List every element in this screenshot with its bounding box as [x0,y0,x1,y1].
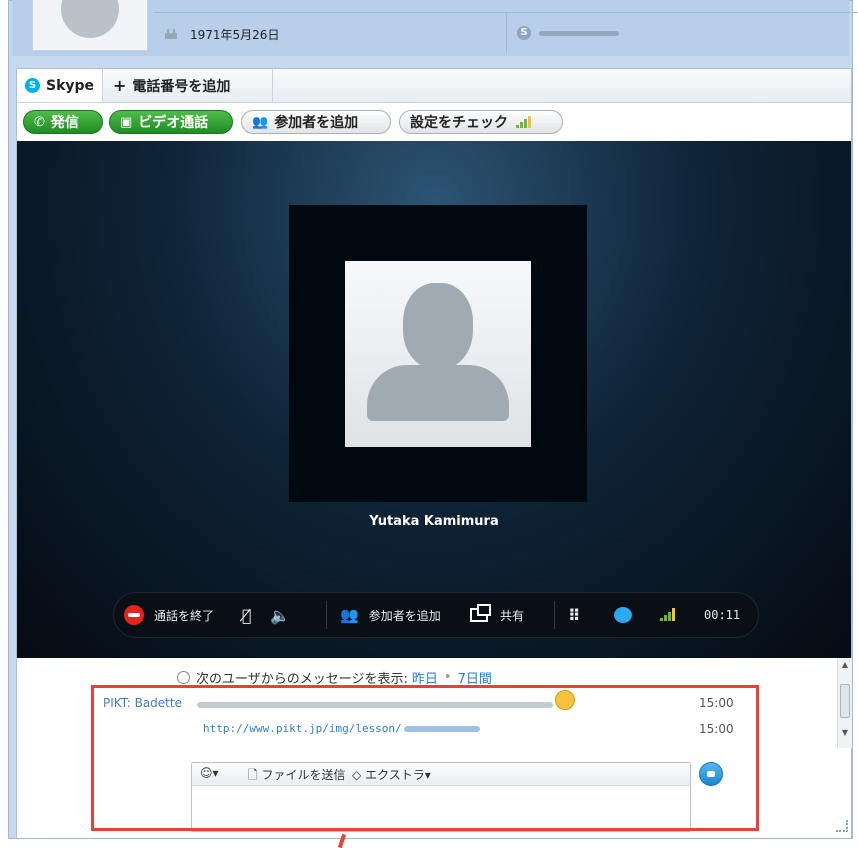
chat-scrollbar[interactable]: ▲ ▼ [837,658,852,748]
people-icon: 👥 [340,606,359,624]
call-control-bar: 通話を終了 🎙̸ 🔈 👥 参加者を追加 共有 ⠿ 00:11 [113,592,759,638]
person-silhouette-body [367,365,509,421]
divider [554,601,555,629]
call-toolbar: ✆ 発信 ▣ ビデオ通話 👥 参加者を追加 設定をチェック [17,103,851,141]
signal-strength-icon [516,116,532,128]
tab-skype-label: Skype [46,77,95,94]
scrollbar-thumb[interactable] [840,684,850,718]
profile-avatar [32,0,148,51]
video-area: Yutaka Kamimura 通話を終了 🎙̸ 🔈 👥 参加者を追加 共有 ⠿… [17,141,851,658]
person-silhouette-head [403,283,473,369]
resize-grip-icon[interactable] [836,820,848,832]
add-participant-button-label: 参加者を追加 [274,115,359,131]
contact-portrait [345,261,531,447]
clock-icon [177,671,190,684]
tab-add-phone-label: 電話番号を追加 [132,78,231,95]
birthday-cell: 1971年5月26日 [154,13,507,53]
call-quality-indicator[interactable] [660,593,676,637]
share-button[interactable]: 共有 [470,593,524,637]
call-button[interactable]: ✆ 発信 [23,110,103,134]
scroll-up-arrow-icon[interactable]: ▲ [838,658,852,672]
remote-video-frame [289,205,587,502]
callbar-add-participant-button[interactable]: 👥 参加者を追加 [340,593,441,637]
tab-bar: S Skype + 電話番号を追加 [17,69,851,103]
speaker-icon: 🔈 [270,605,290,625]
skype-icon: S [25,78,40,93]
microphone-muted-icon: 🎙̸ [242,605,252,625]
call-button-label: 発信 [50,115,79,131]
end-call-button[interactable]: 通話を終了 [124,593,214,637]
video-call-button-label: ビデオ通話 [138,115,209,131]
chat-bubble-icon [614,607,632,623]
highlight-annotation-box [91,685,759,831]
callbar-add-participant-label: 参加者を追加 [368,608,441,623]
dialpad-icon: ⠿ [568,605,582,625]
share-screen-icon [470,604,491,622]
dialpad-button[interactable]: ⠿ [568,593,582,637]
separator-dot: • [443,670,452,685]
hang-up-icon [124,605,144,625]
chat-toggle-button[interactable] [614,593,632,637]
end-call-label: 通話を終了 [154,608,215,623]
signal-strength-icon [660,608,676,621]
divider [326,601,327,629]
add-participant-button[interactable]: 👥 参加者を追加 [241,110,391,134]
skype-icon: S [517,26,531,40]
cake-icon [165,29,177,39]
call-duration: 00:11 [704,608,741,622]
skype-id-redacted [539,31,619,36]
check-settings-button[interactable]: 設定をチェック [399,110,563,134]
video-call-button[interactable]: ▣ ビデオ通話 [109,110,233,134]
speaker-button[interactable]: 🔈 [270,593,290,637]
caller-name: Yutaka Kamimura [369,514,499,529]
scroll-down-arrow-icon[interactable]: ▼ [838,726,852,740]
profile-header: 1971年5月26日 S [12,0,858,56]
profile-details: 1971年5月26日 S [154,12,858,53]
birthday-text: 1971年5月26日 [190,28,280,42]
skype-id-cell: S [507,13,858,53]
video-camera-icon: ▣ [120,114,133,130]
share-label: 共有 [500,608,525,623]
people-icon: 👥 [252,114,269,130]
plus-icon: + [113,76,127,95]
tab-skype[interactable]: S Skype [17,69,103,102]
check-settings-button-label: 設定をチェック [410,115,508,131]
tab-add-phone[interactable]: + 電話番号を追加 [103,69,273,102]
phone-icon: ✆ [34,114,45,130]
mute-button[interactable]: 🎙̸ [242,593,252,637]
